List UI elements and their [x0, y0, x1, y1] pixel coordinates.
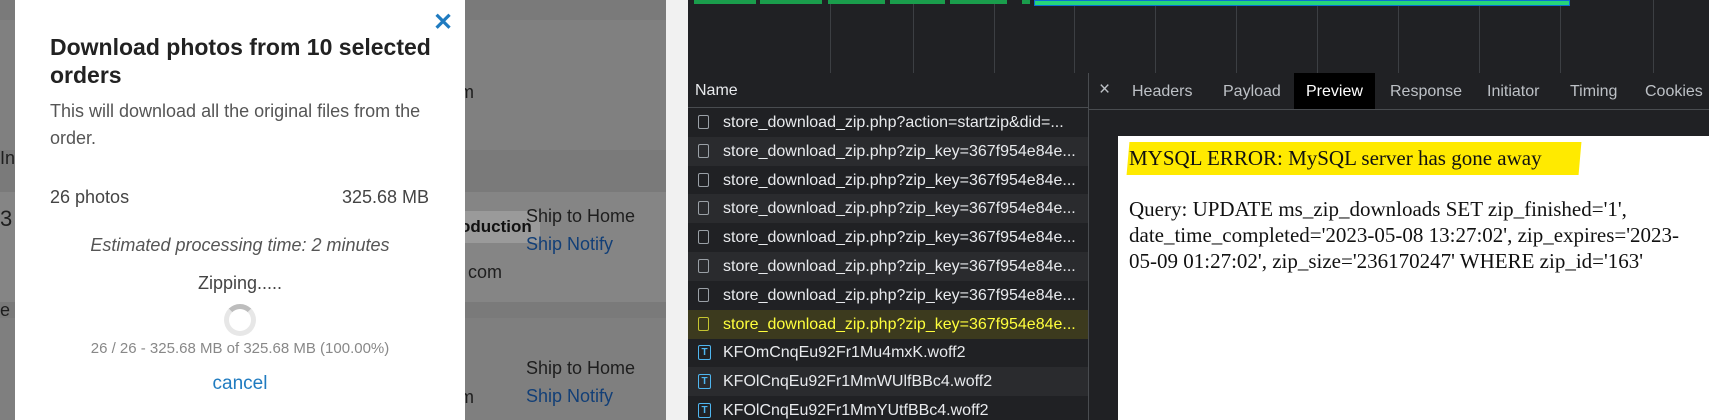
ship-notify-link[interactable]: Ship Notify: [526, 386, 613, 407]
timeline-tick: [913, 0, 914, 73]
timeline-tick: [1317, 0, 1318, 73]
error-title: MYSQL ERROR: MySQL server has gone away: [1129, 146, 1542, 170]
waterfall-bar: [1022, 0, 1030, 4]
font-file-icon: T: [698, 374, 711, 390]
request-row[interactable]: store_download_zip.php?zip_key=367f954e8…: [688, 166, 1088, 195]
network-overview-timeline[interactable]: [688, 0, 1709, 74]
shipping-method: Ship to Home: [526, 358, 636, 378]
window-divider: [666, 0, 688, 420]
bg-fragment: e: [0, 300, 11, 320]
error-query: Query: UPDATE ms_zip_downloads SET zip_f…: [1129, 197, 1679, 273]
bg-fragment: 3: [0, 206, 13, 231]
close-icon[interactable]: ×: [1099, 79, 1110, 101]
request-row[interactable]: store_download_zip.php?zip_key=367f954e8…: [688, 309, 1088, 339]
request-name: KFOlCnqEu92Fr1MmYUtfBBc4.woff2: [723, 402, 989, 419]
request-row[interactable]: store_download_zip.php?zip_key=367f954e8…: [688, 252, 1088, 281]
timeline-tick: [1074, 0, 1075, 73]
tab-initiator[interactable]: Initiator: [1475, 73, 1551, 109]
bg-fragment: In: [0, 148, 16, 168]
request-name: store_download_zip.php?zip_key=367f954e8…: [723, 200, 1076, 218]
document-icon: [698, 259, 709, 273]
preview-content: MYSQL ERROR: MySQL server has gone away …: [1118, 136, 1709, 420]
waterfall-bar: [828, 0, 885, 4]
name-column-header[interactable]: Name: [688, 73, 1088, 108]
detail-tab-bar: × Headers Payload Preview Response Initi…: [1089, 73, 1709, 110]
request-name: store_download_zip.php?zip_key=367f954e8…: [723, 315, 1076, 333]
processing-estimate: Estimated processing time: 2 minutes: [90, 235, 390, 255]
devtools-network-panel: Name store_download_zip.php?action=start…: [688, 0, 1709, 420]
tab-preview[interactable]: Preview: [1294, 73, 1375, 109]
timeline-tick: [994, 0, 995, 73]
download-modal: ✕ Download photos from 10 selected order…: [15, 0, 465, 420]
document-icon: [698, 201, 709, 216]
request-name: KFOmCnqEu92Fr1Mu4mxK.woff2: [723, 344, 966, 362]
font-file-icon: T: [698, 345, 711, 361]
ship-notify-link[interactable]: Ship Notify: [526, 234, 613, 255]
document-icon: [698, 287, 709, 302]
request-name: store_download_zip.php?zip_key=367f954e8…: [723, 286, 1076, 304]
zip-status: Zipping.....: [197, 273, 283, 293]
total-size: 325.68 MB: [341, 187, 429, 207]
waterfall-bar: [760, 0, 822, 4]
modal-title: Download photos from 10 selected orders: [50, 34, 431, 88]
timeline-tick: [830, 0, 831, 73]
request-row[interactable]: store_download_zip.php?zip_key=367f954e8…: [688, 136, 1088, 166]
document-icon: [698, 230, 709, 245]
request-row[interactable]: store_download_zip.php?action=startzip&d…: [688, 108, 1088, 137]
tab-headers[interactable]: Headers: [1120, 73, 1204, 109]
request-row[interactable]: store_download_zip.php?zip_key=367f954e8…: [688, 194, 1088, 224]
waterfall-bar: [890, 0, 945, 4]
timeline-tick: [1398, 0, 1399, 73]
font-file-icon: T: [698, 403, 711, 418]
request-name: KFOlCnqEu92Fr1MmWUlfBBc4.woff2: [723, 373, 993, 391]
tab-response[interactable]: Response: [1378, 73, 1474, 109]
document-icon: [698, 316, 709, 331]
request-row[interactable]: T KFOlCnqEu92Fr1MmWUlfBBc4.woff2: [688, 367, 1088, 397]
timeline-tick: [1236, 0, 1237, 73]
web-page-background: m In 3 oduction Ship to Home Ship Notify…: [0, 0, 666, 420]
timeline-tick: [1560, 0, 1561, 73]
timeline-tick: [1479, 0, 1480, 73]
request-name: store_download_zip.php?zip_key=367f954e8…: [723, 229, 1076, 247]
tab-payload[interactable]: Payload: [1211, 73, 1293, 109]
photo-count: 26 photos: [50, 187, 130, 207]
tab-timing[interactable]: Timing: [1558, 73, 1629, 109]
shipping-method: Ship to Home: [526, 206, 636, 226]
request-row[interactable]: store_download_zip.php?zip_key=367f954e8…: [688, 281, 1088, 310]
request-row[interactable]: store_download_zip.php?zip_key=367f954e8…: [688, 223, 1088, 252]
timeline-tick: [1155, 0, 1156, 73]
request-detail-pane: × Headers Payload Preview Response Initi…: [1089, 73, 1709, 420]
bg-fragment: com: [468, 262, 503, 282]
request-row[interactable]: T KFOlCnqEu92Fr1MmYUtfBBc4.woff2: [688, 396, 1088, 420]
request-list: Name store_download_zip.php?action=start…: [688, 73, 1089, 420]
request-name: store_download_zip.php?zip_key=367f954e8…: [723, 142, 1076, 160]
timeline-tick: [1653, 0, 1654, 73]
waterfall-bar: [950, 0, 1007, 4]
request-name: store_download_zip.php?action=startzip&d…: [723, 114, 1064, 131]
document-icon: [698, 172, 709, 187]
waterfall-bar-selected: [1034, 0, 1570, 6]
cancel-link[interactable]: cancel: [15, 373, 465, 395]
waterfall-bar: [694, 0, 756, 4]
loading-spinner-icon: [224, 304, 256, 336]
request-name: store_download_zip.php?zip_key=367f954e8…: [723, 258, 1076, 275]
request-row[interactable]: T KFOmCnqEu92Fr1Mu4mxK.woff2: [688, 338, 1088, 367]
document-icon: [698, 115, 709, 129]
modal-description: This will download all the original file…: [50, 101, 421, 148]
progress-text: 26 / 26 - 325.68 MB of 325.68 MB (100.00…: [90, 340, 390, 357]
document-icon: [698, 143, 709, 158]
tab-cookies[interactable]: Cookies: [1633, 73, 1709, 109]
request-name: store_download_zip.php?zip_key=367f954e8…: [723, 171, 1076, 189]
